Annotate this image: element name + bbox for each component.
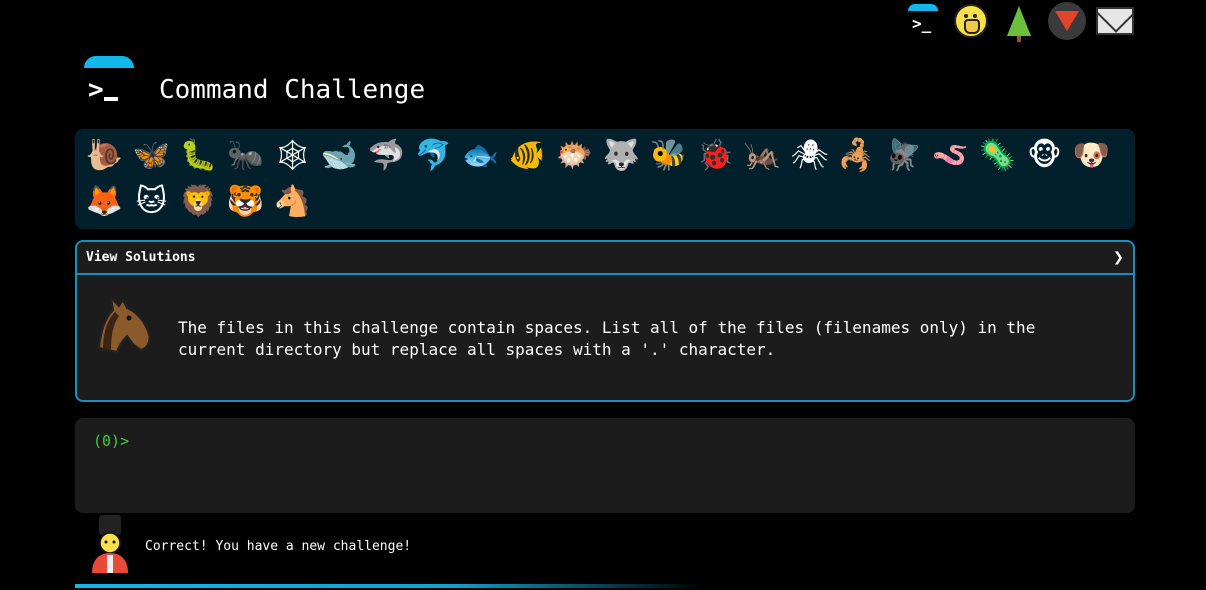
scorpion-icon[interactable]: 🦂 (833, 133, 880, 179)
terminal-icon-label: >_ (912, 14, 932, 33)
terminal-icon-graphic: >_ (906, 4, 940, 38)
microbe-icon[interactable]: 🦠 (974, 133, 1021, 179)
horse-icon (97, 295, 151, 354)
cricket-icon[interactable]: 🦗 (739, 133, 786, 179)
ladybug-icon[interactable]: 🐞 (692, 133, 739, 179)
shushing-face-graphic (954, 4, 988, 38)
shark-icon[interactable]: 🦈 (363, 133, 410, 179)
spider-icon[interactable]: 🕷 (786, 133, 833, 179)
tree-icon[interactable] (1000, 2, 1038, 42)
terminal-icon[interactable]: >_ (904, 2, 942, 40)
blowfish-icon[interactable]: 🐡 (551, 133, 598, 179)
wolf-icon[interactable]: 🐺 (598, 133, 645, 179)
challenge-panel: View Solutions ❯ The files in this chall… (75, 240, 1135, 402)
mail-icon[interactable] (1096, 2, 1134, 40)
terminal-input[interactable]: (0)> (75, 418, 1135, 513)
mail-graphic (1096, 7, 1134, 35)
page-title: Command Challenge (159, 75, 426, 105)
view-solutions-label: View Solutions (86, 250, 196, 265)
shushing-face-icon[interactable] (952, 2, 990, 40)
worm-icon[interactable]: 🪱 (927, 133, 974, 179)
butterfly-icon[interactable]: 🦋 (128, 133, 175, 179)
tropical-fish-icon[interactable]: 🐠 (504, 133, 551, 179)
challenge-animals-bar: 🐌 🦋 🐛 🐜 🕸 🐋 🦈 🐬 🐟 🐠 🐡 🐺 🐝 🐞 🦗 🕷 🦂 🪰 🪱 🦠 🐵 🐶 🦊 🐱 🦁 🐯 🐴 (75, 129, 1135, 229)
ant-icon[interactable]: 🐜 (222, 133, 269, 179)
tree-graphic (1007, 6, 1031, 42)
caterpillar-icon[interactable]: 🐛 (175, 133, 222, 179)
tiger-icon[interactable]: 🐯 (222, 179, 269, 225)
progress-bar (75, 584, 705, 588)
monkey-icon[interactable]: 🐵 (1021, 133, 1068, 179)
cat-icon[interactable]: 🐱 (128, 179, 175, 225)
whale-icon[interactable]: 🐋 (316, 133, 363, 179)
fish-icon[interactable]: 🐟 (457, 133, 504, 179)
gitlab-logo (1048, 2, 1086, 40)
guard-icon (92, 515, 128, 573)
terminal-prompt: (0)> (93, 432, 130, 450)
logo-icon[interactable]: > (84, 56, 134, 106)
status-message: Correct! You have a new challenge! (145, 539, 412, 554)
chevron-right-icon: ❯ (1113, 247, 1124, 268)
top-nav: >_ (904, 2, 1134, 42)
challenge-description: The files in this challenge contain spac… (178, 318, 1036, 359)
horse-icon[interactable]: 🐴 (269, 179, 316, 225)
gitlab-icon[interactable] (1048, 2, 1086, 40)
lion-icon[interactable]: 🦁 (175, 179, 222, 225)
dolphin-icon[interactable]: 🐬 (410, 133, 457, 179)
fox-icon[interactable]: 🦊 (81, 179, 128, 225)
snail-icon[interactable]: 🐌 (81, 133, 128, 179)
dog-icon[interactable]: 🐶 (1068, 133, 1115, 179)
view-solutions-toggle[interactable]: View Solutions ❯ (77, 242, 1133, 275)
bee-icon[interactable]: 🐝 (645, 133, 692, 179)
logo-prompt: > (88, 75, 104, 105)
fly-icon[interactable]: 🪰 (880, 133, 927, 179)
spider-web-icon[interactable]: 🕸 (269, 133, 316, 179)
